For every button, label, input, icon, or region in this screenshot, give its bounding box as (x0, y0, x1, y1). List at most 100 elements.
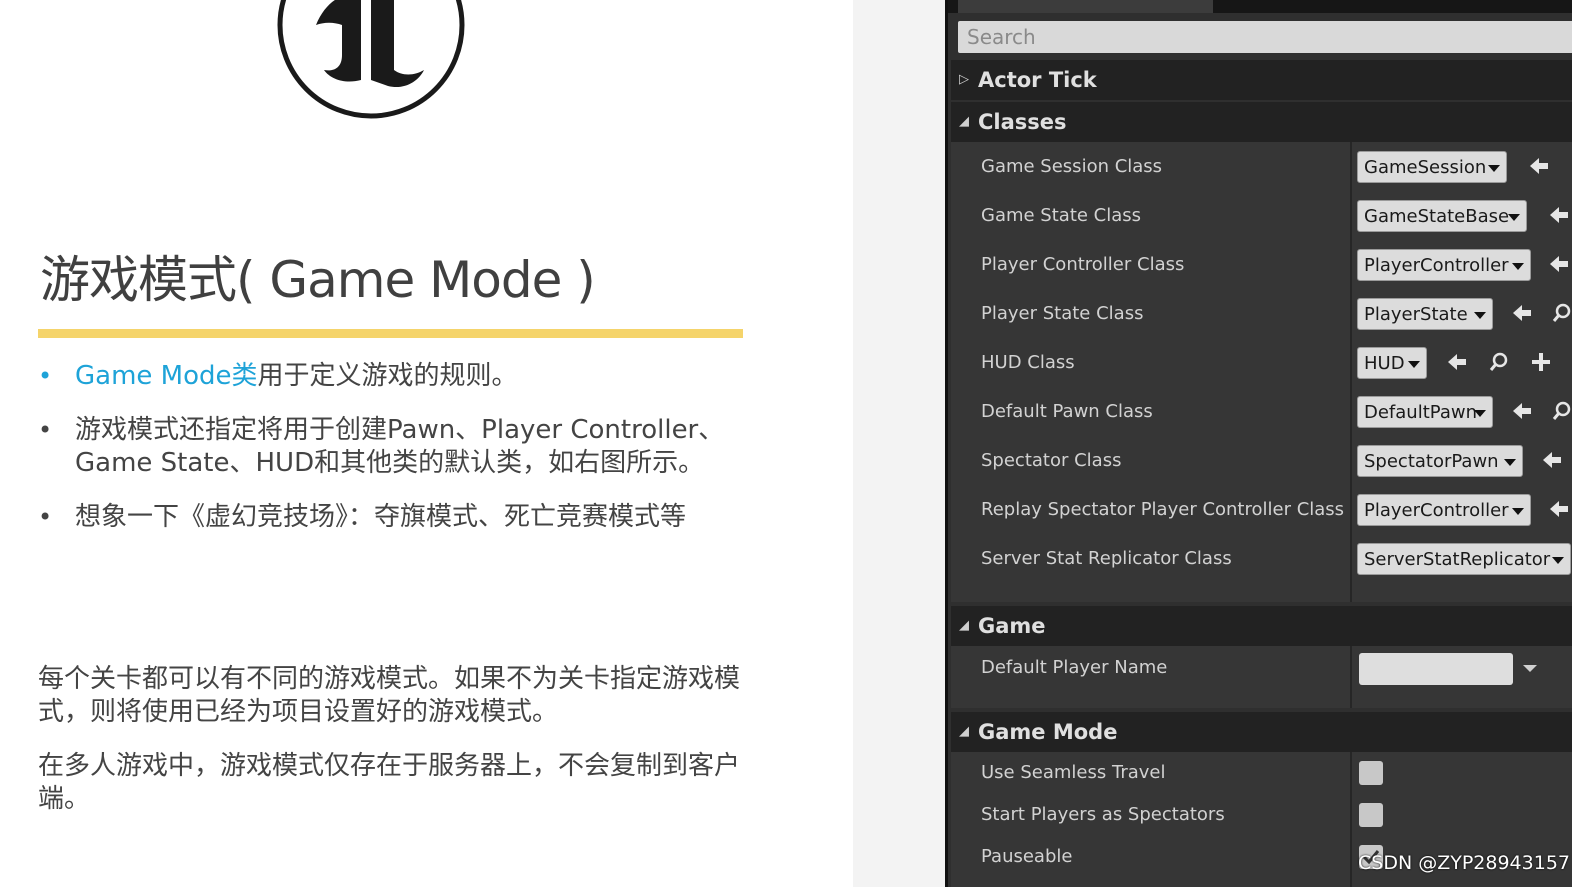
class-combo[interactable]: GameStateBase (1357, 200, 1527, 232)
category-label: Classes (978, 110, 1067, 134)
property-row: Game State Class GameStateBase (951, 191, 1572, 240)
property-label: Default Player Name (981, 657, 1168, 678)
search-input[interactable]: Search (958, 21, 1572, 53)
page-title: 游戏模式( Game Mode ) (40, 251, 596, 309)
category-game[interactable]: ◢ Game (951, 606, 1572, 646)
combo-value: DefaultPawn (1364, 402, 1477, 423)
bullet-text: 用于定义游戏的规则。 (257, 361, 518, 391)
property-label: Pauseable (981, 846, 1073, 867)
chevron-down-icon (1508, 214, 1520, 221)
class-combo[interactable]: PlayerController (1357, 249, 1531, 281)
watermark: CSDN @ZYP28943157 (1358, 852, 1570, 874)
property-row: Use Seamless Travel (951, 752, 1572, 794)
use-selected-arrow-icon[interactable] (1511, 400, 1533, 422)
bullet-marker: • (38, 416, 53, 444)
class-combo[interactable]: SpectatorPawn (1357, 445, 1523, 477)
combo-value: PlayerState (1364, 304, 1468, 325)
combo-value: PlayerController (1364, 255, 1509, 276)
tab-bar (948, 0, 1572, 13)
property-label: Spectator Class (981, 450, 1122, 471)
combo-value: HUD (1364, 353, 1405, 374)
use-selected-arrow-icon[interactable] (1548, 253, 1570, 275)
category-game-mode[interactable]: ◢ Game Mode (951, 712, 1572, 752)
class-combo[interactable]: HUD (1357, 347, 1427, 379)
paragraph-per-level: 每个关卡都可以有不同的游戏模式。如果不为关卡指定游戏模式，则将使用已经为项目设置… (38, 664, 741, 727)
bullet-item: • 想象一下《虚幻竞技场》：夺旗模式、死亡竞赛模式等 (38, 501, 798, 534)
combo-value: GameSession (1364, 157, 1487, 178)
combo-value: SpectatorPawn (1364, 451, 1499, 472)
property-label: Start Players as Spectators (981, 804, 1225, 825)
expanded-arrow-icon: ◢ (959, 618, 969, 633)
category-label: Game (978, 614, 1046, 638)
tab-details[interactable] (958, 0, 1213, 13)
property-row: Start Players as Spectators (951, 794, 1572, 836)
chevron-down-icon (1474, 410, 1486, 417)
checkbox[interactable] (1359, 803, 1383, 827)
bullet-item: • 游戏模式还指定将用于创建Pawn、Player Controller、Gam… (38, 414, 798, 480)
property-label: Default Pawn Class (981, 401, 1153, 422)
checkbox[interactable] (1359, 761, 1383, 785)
default-player-name-input[interactable] (1359, 653, 1513, 685)
property-label: Replay Spectator Player Controller Class (981, 499, 1345, 520)
details-panel: Search ▷ Actor Tick ◢ Classes Game Sessi… (945, 0, 1572, 887)
use-selected-arrow-icon[interactable] (1446, 351, 1468, 373)
chevron-down-icon (1408, 361, 1420, 368)
paragraph-multiplayer: 在多人游戏中，游戏模式仅存在于服务器上，不会复制到客户端。 (38, 751, 741, 814)
use-selected-arrow-icon[interactable] (1511, 302, 1533, 324)
classes-section: Game Session Class GameSession Game Stat… (951, 142, 1572, 602)
class-combo[interactable]: GameSession (1357, 151, 1507, 183)
category-actor-tick[interactable]: ▷ Actor Tick (951, 60, 1572, 100)
bullet-list: • Game Mode类用于定义游戏的规则。 • 游戏模式还指定将用于创建Paw… (38, 360, 798, 555)
bullet-text: 游戏模式还指定将用于创建Pawn、Player Controller、Game … (75, 415, 725, 478)
unreal-engine-logo (277, 0, 465, 119)
chevron-down-icon (1552, 557, 1564, 564)
bullet-marker: • (38, 503, 53, 531)
chevron-down-icon[interactable] (1523, 665, 1537, 672)
chevron-down-icon (1512, 263, 1524, 270)
class-combo[interactable]: ServerStatReplicator (1357, 543, 1571, 575)
use-selected-arrow-icon[interactable] (1548, 204, 1570, 226)
use-selected-arrow-icon[interactable] (1541, 449, 1563, 471)
combo-value: GameStateBase (1364, 206, 1510, 227)
game-section: Default Player Name (951, 646, 1572, 708)
chevron-down-icon (1504, 459, 1516, 466)
title-underline (38, 329, 743, 338)
add-new-plus-icon[interactable] (1530, 351, 1552, 373)
property-label: Player Controller Class (981, 254, 1185, 275)
property-label: Game State Class (981, 205, 1142, 226)
property-row: Player Controller Class PlayerController (951, 240, 1572, 289)
background-gap (853, 0, 945, 887)
property-row: HUD Class HUD (951, 338, 1572, 387)
category-label: Game Mode (978, 720, 1118, 744)
browse-search-icon[interactable] (1488, 351, 1510, 373)
category-classes[interactable]: ◢ Classes (951, 102, 1572, 142)
use-selected-arrow-icon[interactable] (1548, 498, 1570, 520)
chevron-down-icon (1474, 312, 1486, 319)
expanded-arrow-icon: ◢ (959, 724, 969, 739)
class-combo[interactable]: DefaultPawn (1357, 396, 1493, 428)
property-row: Spectator Class SpectatorPawn (951, 436, 1572, 485)
slide: 游戏模式( Game Mode ) • Game Mode类用于定义游戏的规则。… (0, 0, 853, 887)
category-label: Actor Tick (978, 68, 1097, 92)
chevron-down-icon (1512, 508, 1524, 515)
property-row: Default Pawn Class DefaultPawn (951, 387, 1572, 436)
property-label: Player State Class (981, 303, 1144, 324)
property-label: Server Stat Replicator Class (981, 548, 1232, 569)
combo-value: PlayerController (1364, 500, 1509, 521)
class-combo[interactable]: PlayerState (1357, 298, 1493, 330)
collapsed-arrow-icon: ▷ (959, 72, 969, 87)
property-row: Default Player Name (951, 646, 1572, 692)
bullet-accent-text: Game Mode类 (75, 361, 258, 391)
use-selected-arrow-icon[interactable] (1528, 155, 1550, 177)
property-row: Replay Spectator Player Controller Class… (951, 485, 1572, 534)
property-label: Game Session Class (981, 156, 1163, 177)
browse-search-icon[interactable] (1551, 400, 1572, 422)
property-row: Game Session Class GameSession (951, 142, 1572, 191)
bullet-marker: • (38, 362, 53, 390)
property-row: Server Stat Replicator Class ServerStatR… (951, 534, 1572, 583)
class-combo[interactable]: PlayerController (1357, 494, 1531, 526)
browse-search-icon[interactable] (1551, 302, 1572, 324)
combo-value: ServerStatReplicator (1364, 549, 1551, 570)
property-label: Use Seamless Travel (981, 762, 1166, 783)
bullet-item: • Game Mode类用于定义游戏的规则。 (38, 360, 798, 393)
